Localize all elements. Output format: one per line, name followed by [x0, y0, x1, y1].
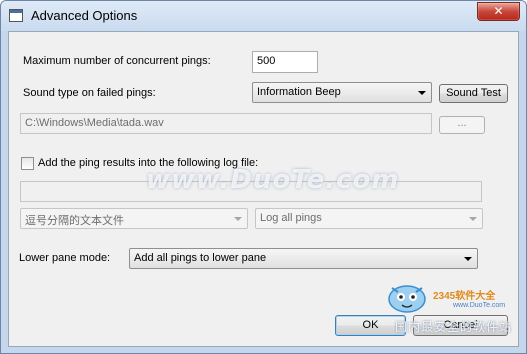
logo-url: www.DuoTe.com: [453, 302, 506, 309]
close-button[interactable]: ✕: [477, 2, 520, 21]
advanced-options-dialog: Advanced Options ✕ Maximum number of con…: [0, 0, 527, 354]
chevron-down-icon: [464, 257, 472, 261]
log-format-value: 逗号分隔的文本文件: [25, 215, 124, 227]
window-icon: [9, 9, 23, 22]
chevron-down-icon: [469, 217, 477, 221]
mascot-logo-icon: [388, 285, 426, 313]
sound-type-value: Information Beep: [257, 86, 341, 98]
sound-file-path-input[interactable]: C:\Windows\Media\tada.wav: [20, 113, 432, 134]
lower-pane-value: Add all pings to lower pane: [134, 252, 267, 264]
duote-watermark: www.DuoTe.com: [146, 165, 400, 195]
max-pings-label: Maximum number of concurrent pings:: [23, 55, 211, 67]
logo-text: 2345软件大全: [433, 291, 496, 302]
lower-pane-label: Lower pane mode:: [19, 252, 111, 264]
log-format-select[interactable]: 逗号分隔的文本文件: [20, 208, 248, 229]
sound-type-select[interactable]: Information Beep: [252, 82, 432, 103]
title-bar[interactable]: Advanced Options ✕: [1, 1, 526, 31]
window-title: Advanced Options: [31, 8, 138, 23]
max-pings-input[interactable]: 500: [252, 51, 318, 73]
sound-test-button[interactable]: Sound Test: [439, 84, 508, 103]
browse-sound-button[interactable]: ...: [439, 116, 485, 134]
log-results-checkbox[interactable]: [21, 157, 34, 170]
logo-subtitle: 国内最安全的软件站: [395, 320, 513, 334]
chevron-down-icon: [418, 91, 426, 95]
chevron-down-icon: [234, 217, 242, 221]
sound-type-label: Sound type on failed pings:: [23, 87, 156, 99]
log-level-select[interactable]: Log all pings: [255, 208, 483, 229]
log-level-value: Log all pings: [260, 212, 322, 224]
lower-pane-select[interactable]: Add all pings to lower pane: [129, 248, 478, 269]
